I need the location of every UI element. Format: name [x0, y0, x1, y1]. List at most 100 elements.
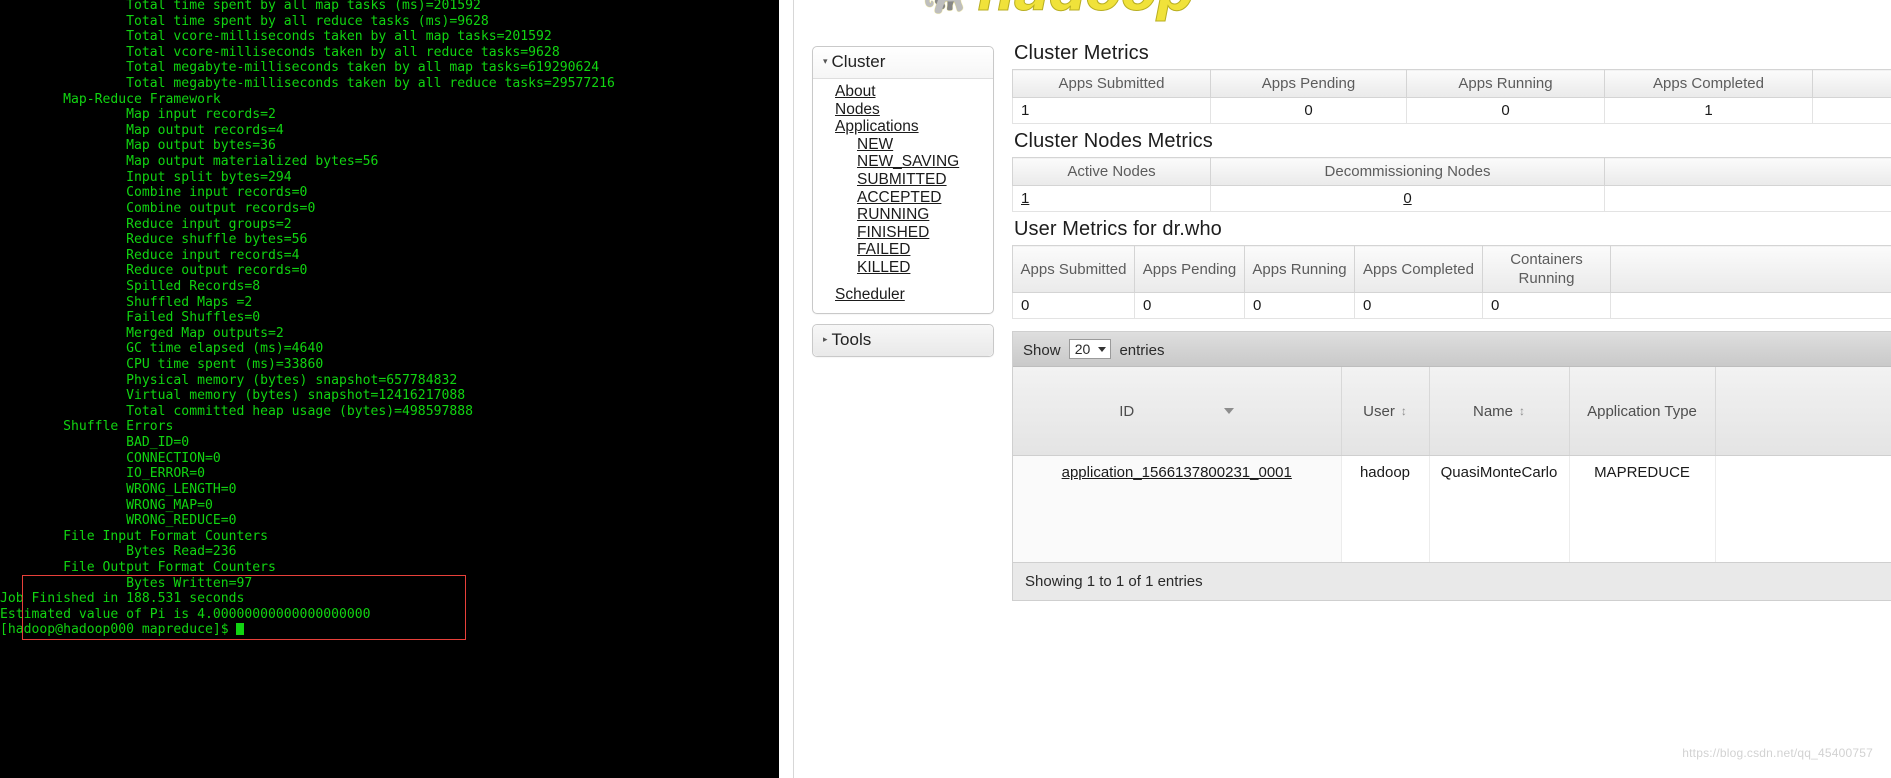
terminal-line: Estimated value of Pi is 4.0000000000000… — [0, 606, 371, 622]
val-extra — [1604, 185, 1891, 212]
datatable-length-bar: Show 20 entries — [1013, 332, 1891, 367]
sidebar-item-about[interactable]: About — [813, 83, 993, 101]
col-extra — [1715, 367, 1891, 456]
watermark-text: https://blog.csdn.net/qq_45400757 — [1682, 746, 1873, 760]
terminal-line: Input split bytes=294 — [0, 169, 292, 185]
sidebar-item-nodes[interactable]: Nodes — [813, 101, 993, 119]
sort-desc-icon — [1224, 407, 1235, 414]
table-header-row: Apps Submitted Apps Pending Apps Running… — [1012, 245, 1891, 293]
col-id[interactable]: ID — [1013, 367, 1342, 456]
col-user-containers-running: Containers Running — [1482, 245, 1611, 293]
cell-application-type: MAPREDUCE — [1569, 455, 1716, 562]
val-active-nodes: 1 — [1012, 185, 1211, 212]
terminal-line: Reduce input records=4 — [0, 247, 300, 263]
datatable-info: Showing 1 to 1 of 1 entries — [1013, 562, 1891, 600]
page-size-select[interactable]: 20 — [1068, 339, 1112, 359]
col-name-label: Name — [1472, 402, 1513, 420]
terminal-line: Combine output records=0 — [0, 200, 316, 216]
terminal-window[interactable]: Total time spent by all map tasks (ms)=2… — [0, 0, 782, 778]
terminal-line: GC time elapsed (ms)=4640 — [0, 341, 324, 357]
hadoop-resourcemanager-page: 🐘 hadoop ▾Cluster About Nodes Applicatio… — [794, 0, 1891, 778]
val-apps-pending: 0 — [1210, 97, 1407, 124]
terminal-line: Map output materialized bytes=56 — [0, 154, 379, 170]
sidebar-item-running[interactable]: RUNNING — [813, 206, 993, 224]
terminal-line: Map input records=2 — [0, 107, 276, 123]
terminal-line: Total time spent by all map tasks (ms)=2… — [0, 0, 481, 13]
hadoop-elephant-icon: 🐘 — [919, 0, 974, 14]
chevron-right-icon: ▸ — [823, 334, 828, 345]
terminal-line: File Output Format Counters — [0, 559, 284, 575]
chevron-down-icon: ▾ — [823, 56, 828, 66]
sidebar-item-new[interactable]: NEW — [813, 136, 993, 154]
col-name[interactable]: Name ↕ — [1429, 367, 1570, 456]
col-apps-running: Apps Running — [1406, 69, 1605, 98]
terminal-line: Map output bytes=36 — [0, 138, 276, 154]
terminal-line: Total megabyte-milliseconds taken by all… — [0, 76, 615, 92]
val-extra — [1610, 292, 1891, 319]
sidebar: ▾ Cluster About Nodes Applications NEW NE… — [812, 46, 994, 367]
col-extra — [1604, 157, 1891, 186]
terminal-line: Bytes Written=97 — [0, 575, 253, 591]
cell-user: hadoop — [1341, 455, 1430, 562]
sidebar-item-killed[interactable]: KILLED — [813, 259, 993, 277]
terminal-line: Job Finished in 188.531 seconds — [0, 591, 245, 607]
cluster-metrics-table: Apps Submitted Apps Pending Apps Running… — [1012, 69, 1891, 124]
terminal-line: Bytes Read=236 — [0, 544, 237, 560]
cluster-panel: ▾ Cluster About Nodes Applications NEW NE… — [812, 46, 994, 315]
col-apps-submitted: Apps Submitted — [1012, 69, 1211, 98]
active-nodes-link[interactable]: 1 — [1021, 190, 1029, 207]
terminal-line: Combine input records=0 — [0, 185, 308, 201]
hadoop-logo: 🐘 hadoop — [919, 0, 1229, 32]
col-active-nodes: Active Nodes — [1012, 157, 1211, 186]
terminal-prompt: [hadoop@hadoop000 mapreduce]$ — [0, 622, 779, 638]
terminal-cursor — [235, 623, 244, 636]
terminal-line: BAD_ID=0 — [0, 435, 190, 451]
val-user-containers-running: 0 — [1482, 292, 1611, 319]
col-application-type[interactable]: Application Type — [1569, 367, 1716, 456]
sidebar-item-submitted[interactable]: SUBMITTED — [813, 171, 993, 189]
cluster-metrics-title: Cluster Metrics — [1014, 42, 1149, 64]
sidebar-item-finished[interactable]: FINISHED — [813, 224, 993, 242]
screenshot-root: Total time spent by all map tasks (ms)=2… — [0, 0, 1891, 778]
sidebar-item-failed[interactable]: FAILED — [813, 241, 993, 259]
terminal-line: CONNECTION=0 — [0, 450, 221, 466]
val-decommissioning-nodes: 0 — [1210, 185, 1605, 212]
tools-panel-title: Tools — [831, 330, 872, 350]
tools-panel-header[interactable]: ▸ Tools — [813, 325, 993, 357]
terminal-line: Reduce input groups=2 — [0, 216, 292, 232]
terminal-line: Total vcore-milliseconds taken by all re… — [0, 44, 560, 60]
terminal-line: WRONG_MAP=0 — [0, 497, 213, 513]
terminal-scroll-gutter[interactable] — [779, 0, 794, 778]
terminal-line: Map output records=4 — [0, 122, 284, 138]
col-user[interactable]: User ↕ — [1341, 367, 1430, 456]
sidebar-item-new-saving[interactable]: NEW_SAVING — [813, 153, 993, 171]
cell-name: QuasiMonteCarlo — [1429, 455, 1570, 562]
col-user-label: User — [1363, 402, 1395, 420]
col-user-apps-pending: Apps Pending — [1134, 245, 1245, 293]
sort-both-icon: ↕ — [1400, 403, 1407, 418]
terminal-line: CPU time spent (ms)=33860 — [0, 357, 324, 373]
decommissioning-nodes-link[interactable]: 0 — [1403, 190, 1411, 207]
terminal-line: Failed Shuffles=0 — [0, 310, 261, 326]
col-apps-completed: Apps Completed — [1604, 69, 1813, 98]
col-id-label: ID — [1119, 402, 1135, 420]
cluster-nodes-metrics-title: Cluster Nodes Metrics — [1014, 130, 1213, 152]
terminal-line: Total vcore-milliseconds taken by all ma… — [0, 29, 552, 45]
val-extra — [1812, 97, 1891, 124]
sidebar-item-accepted[interactable]: ACCEPTED — [813, 189, 993, 207]
cluster-panel-header[interactable]: ▾ Cluster — [813, 47, 993, 79]
terminal-line: Reduce output records=0 — [0, 263, 308, 279]
table-row[interactable]: application_1566137800231_0001 hadoop Qu… — [1013, 455, 1891, 562]
cell-id: application_1566137800231_0001 — [1013, 455, 1342, 562]
sidebar-item-applications[interactable]: Applications — [813, 118, 993, 136]
table-header-row: ID User ↕ Name ↕ Application Type — [1013, 367, 1891, 456]
application-id-link[interactable]: application_1566137800231_0001 — [1062, 464, 1292, 481]
sidebar-item-scheduler[interactable]: Scheduler — [813, 286, 993, 304]
chevron-down-icon — [1098, 347, 1107, 352]
terminal-line: Virtual memory (bytes) snapshot=12416217… — [0, 388, 466, 404]
val-user-apps-running: 0 — [1244, 292, 1355, 319]
user-metrics-title: User Metrics for dr.who — [1014, 218, 1222, 240]
terminal-line: WRONG_REDUCE=0 — [0, 513, 237, 529]
val-apps-running: 0 — [1406, 97, 1605, 124]
